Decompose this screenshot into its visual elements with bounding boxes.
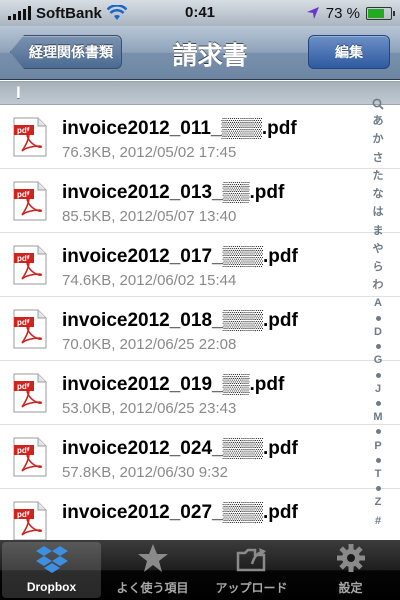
index-dot[interactable] bbox=[375, 372, 381, 378]
file-meta: 57.8KB, 2012/06/30 9:32 bbox=[62, 464, 228, 481]
tab-label: よく使う項目 bbox=[116, 581, 189, 595]
index-search-icon[interactable] bbox=[372, 98, 384, 110]
tab-dropbox[interactable]: Dropbox bbox=[2, 542, 101, 598]
tab-star[interactable]: よく使う項目 bbox=[103, 540, 202, 600]
status-bar: SoftBank 0:41 73 % bbox=[0, 0, 400, 26]
index-dot[interactable] bbox=[375, 315, 381, 321]
file-name: invoice2012_018_▒▒▒.pdf bbox=[62, 310, 298, 331]
tab-label: 設定 bbox=[338, 581, 363, 595]
file-row[interactable]: pdf invoice2012_011_▒▒▒.pdf 76.3KB, 2012… bbox=[0, 105, 400, 169]
gear-icon bbox=[334, 543, 368, 579]
back-button[interactable]: 経理関係書類 bbox=[10, 35, 122, 69]
tab-gear[interactable]: 設定 bbox=[301, 540, 400, 600]
file-name: invoice2012_017_▒▒▒.pdf bbox=[62, 246, 298, 267]
file-name: invoice2012_027_▒▒▒.pdf bbox=[62, 502, 298, 523]
file-list[interactable]: pdf invoice2012_011_▒▒▒.pdf 76.3KB, 2012… bbox=[0, 105, 400, 540]
index-letter[interactable]: T bbox=[375, 468, 382, 481]
index-letter[interactable]: M bbox=[373, 411, 382, 424]
index-letter[interactable]: は bbox=[373, 206, 384, 219]
index-letter[interactable]: さ bbox=[373, 152, 384, 165]
page-title: 請求書 bbox=[172, 42, 248, 70]
file-row[interactable]: pdf invoice2012_017_▒▒▒.pdf 74.6KB, 2012… bbox=[0, 233, 400, 297]
upload-icon bbox=[235, 543, 269, 579]
signal-strength-icon bbox=[8, 6, 31, 20]
index-letter[interactable]: D bbox=[374, 326, 382, 339]
index-letter[interactable]: ら bbox=[373, 261, 384, 274]
index-dot[interactable] bbox=[375, 429, 381, 435]
file-meta: 70.0KB, 2012/06/25 22:08 bbox=[62, 336, 237, 353]
tab-label: アップロード bbox=[215, 581, 288, 595]
section-header: I bbox=[0, 81, 400, 105]
pdf-icon: pdf bbox=[12, 437, 48, 477]
index-letter[interactable]: J bbox=[375, 383, 381, 396]
tab-upload[interactable]: アップロード bbox=[202, 540, 301, 600]
file-meta: 74.6KB, 2012/06/02 15:44 bbox=[62, 272, 237, 289]
svg-text:pdf: pdf bbox=[17, 318, 30, 327]
index-letter[interactable]: P bbox=[374, 440, 381, 453]
location-arrow-icon bbox=[306, 7, 319, 19]
index-letter[interactable]: Z bbox=[375, 496, 382, 509]
navigation-bar: 経理関係書類 請求書 編集 bbox=[0, 26, 400, 80]
file-name: invoice2012_019_▒▒.pdf bbox=[62, 374, 285, 395]
index-dot[interactable] bbox=[375, 400, 381, 406]
edit-button[interactable]: 編集 bbox=[308, 35, 390, 69]
pdf-icon: pdf bbox=[12, 309, 48, 349]
index-letter[interactable]: な bbox=[373, 188, 384, 201]
dropbox-icon bbox=[35, 544, 69, 580]
tab-label: Dropbox bbox=[26, 580, 77, 594]
section-index[interactable]: あかさたなはまやらわ A D G J M P T Z # bbox=[370, 98, 386, 528]
file-row[interactable]: pdf invoice2012_019_▒▒.pdf 53.0KB, 2012/… bbox=[0, 361, 400, 425]
pdf-icon: pdf bbox=[12, 245, 48, 285]
pdf-icon: pdf bbox=[12, 501, 48, 540]
svg-text:pdf: pdf bbox=[17, 510, 30, 519]
index-letter[interactable]: か bbox=[373, 133, 384, 146]
index-letter[interactable]: あ bbox=[373, 115, 384, 128]
svg-text:pdf: pdf bbox=[17, 446, 30, 455]
svg-text:pdf: pdf bbox=[17, 254, 30, 263]
file-meta: 53.0KB, 2012/06/25 23:43 bbox=[62, 400, 237, 417]
file-row[interactable]: pdf invoice2012_018_▒▒▒.pdf 70.0KB, 2012… bbox=[0, 297, 400, 361]
index-letter[interactable]: ま bbox=[373, 225, 384, 238]
pdf-icon: pdf bbox=[12, 117, 48, 157]
file-row[interactable]: pdf invoice2012_013_▒▒.pdf 85.5KB, 2012/… bbox=[0, 169, 400, 233]
star-icon bbox=[136, 543, 170, 579]
file-meta: 76.3KB, 2012/05/02 17:45 bbox=[62, 144, 237, 161]
index-letter[interactable]: や bbox=[373, 243, 384, 256]
index-letter[interactable]: A bbox=[374, 297, 382, 310]
screen: SoftBank 0:41 73 % 経理関係書類 請求書 編集 I pdf i… bbox=[0, 0, 400, 600]
wifi-icon bbox=[106, 5, 127, 20]
svg-text:pdf: pdf bbox=[17, 126, 30, 135]
tab-bar: Dropbox よく使う項目 アップロード 設定 bbox=[0, 540, 400, 600]
carrier-name: SoftBank bbox=[36, 4, 102, 22]
index-dot[interactable] bbox=[375, 486, 381, 492]
file-row[interactable]: pdf invoice2012_024_▒▒▒.pdf 57.8KB, 2012… bbox=[0, 425, 400, 489]
battery-percent: 73 % bbox=[325, 4, 360, 22]
index-letter[interactable]: G bbox=[374, 354, 383, 367]
file-name: invoice2012_011_▒▒▒.pdf bbox=[62, 118, 297, 139]
file-meta: 85.5KB, 2012/05/07 13:40 bbox=[62, 208, 237, 225]
svg-text:pdf: pdf bbox=[17, 382, 30, 391]
index-letter[interactable]: た bbox=[373, 170, 384, 183]
pdf-icon: pdf bbox=[12, 373, 48, 413]
index-letter[interactable]: わ bbox=[373, 279, 384, 292]
battery-icon bbox=[366, 6, 395, 20]
file-name: invoice2012_013_▒▒.pdf bbox=[62, 182, 285, 203]
svg-text:pdf: pdf bbox=[17, 190, 30, 199]
file-name: invoice2012_024_▒▒▒.pdf bbox=[62, 438, 298, 459]
pdf-icon: pdf bbox=[12, 181, 48, 221]
index-dot[interactable] bbox=[375, 457, 381, 463]
battery-level bbox=[368, 8, 385, 18]
index-dot[interactable] bbox=[375, 344, 381, 350]
index-letter[interactable]: # bbox=[375, 515, 381, 528]
file-row[interactable]: pdf invoice2012_027_▒▒▒.pdf bbox=[0, 489, 400, 540]
